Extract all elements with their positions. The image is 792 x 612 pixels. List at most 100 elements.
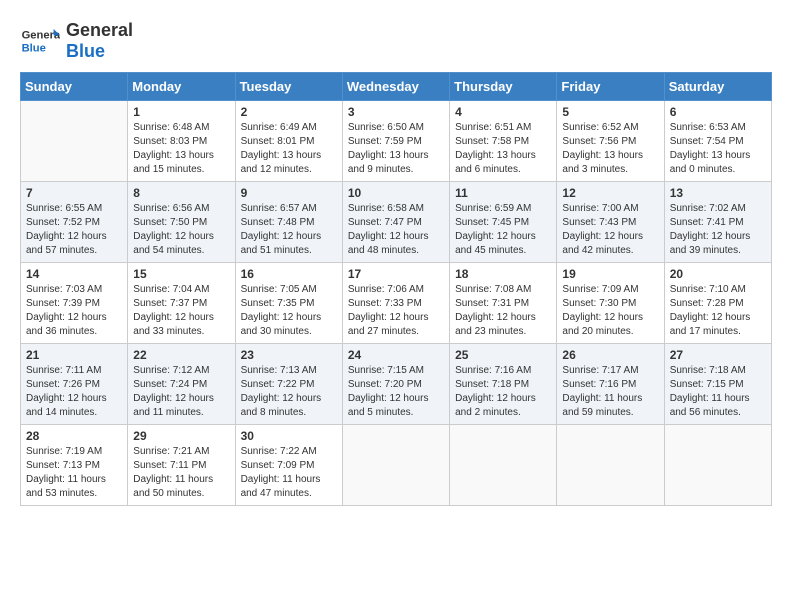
- col-header-monday: Monday: [128, 73, 235, 101]
- calendar-cell: 29 Sunrise: 7:21 AMSunset: 7:11 PMDayligh…: [128, 425, 235, 506]
- day-info: Sunrise: 6:59 AMSunset: 7:45 PMDaylight:…: [455, 202, 551, 258]
- calendar-cell: 4 Sunrise: 6:51 AMSunset: 7:58 PMDaylight…: [450, 101, 557, 182]
- day-info: Sunrise: 6:52 AMSunset: 7:56 PMDaylight:…: [562, 121, 658, 177]
- day-number: 26: [562, 348, 658, 362]
- day-info: Sunrise: 7:19 AMSunset: 7:13 PMDaylight:…: [26, 445, 122, 501]
- logo-icon: General Blue: [20, 21, 60, 61]
- calendar-cell: 19Sunrise: 7:09 AMSunset: 7:30 PMDayligh…: [557, 263, 664, 344]
- calendar-cell: 16Sunrise: 7:05 AMSunset: 7:35 PMDayligh…: [235, 263, 342, 344]
- day-number: 14: [26, 267, 122, 281]
- day-info: Sunrise: 6:57 AMSunset: 7:48 PMDaylight:…: [241, 202, 337, 258]
- calendar-cell: 30 Sunrise: 7:22 AMSunset: 7:09 PMDayligh…: [235, 425, 342, 506]
- day-info: Sunrise: 7:02 AMSunset: 7:41 PMDaylight:…: [670, 202, 766, 258]
- calendar-week-row: 21 Sunrise: 7:11 AMSunset: 7:26 PMDayligh…: [21, 344, 772, 425]
- col-header-thursday: Thursday: [450, 73, 557, 101]
- day-info: Sunrise: 6:51 AMSunset: 7:58 PMDaylight:…: [455, 121, 551, 177]
- calendar-cell: 26 Sunrise: 7:17 AMSunset: 7:16 PMDayligh…: [557, 344, 664, 425]
- day-number: 21: [26, 348, 122, 362]
- day-info: Sunrise: 7:18 AMSunset: 7:15 PMDaylight:…: [670, 364, 766, 420]
- col-header-wednesday: Wednesday: [342, 73, 449, 101]
- calendar-cell: 27 Sunrise: 7:18 AMSunset: 7:15 PMDayligh…: [664, 344, 771, 425]
- calendar-cell: [450, 425, 557, 506]
- day-number: 22: [133, 348, 229, 362]
- col-header-sunday: Sunday: [21, 73, 128, 101]
- calendar-week-row: 7Sunrise: 6:55 AMSunset: 7:52 PMDaylight…: [21, 182, 772, 263]
- day-info: Sunrise: 7:21 AMSunset: 7:11 PMDaylight:…: [133, 445, 229, 501]
- day-number: 24: [348, 348, 444, 362]
- day-number: 5: [562, 105, 658, 119]
- day-number: 20: [670, 267, 766, 281]
- calendar-cell: 5 Sunrise: 6:52 AMSunset: 7:56 PMDaylight…: [557, 101, 664, 182]
- day-number: 1: [133, 105, 229, 119]
- day-number: 7: [26, 186, 122, 200]
- day-info: Sunrise: 7:22 AMSunset: 7:09 PMDaylight:…: [241, 445, 337, 501]
- day-info: Sunrise: 7:08 AMSunset: 7:31 PMDaylight:…: [455, 283, 551, 339]
- day-info: Sunrise: 7:00 AMSunset: 7:43 PMDaylight:…: [562, 202, 658, 258]
- calendar-cell: 10 Sunrise: 6:58 AMSunset: 7:47 PMDayligh…: [342, 182, 449, 263]
- day-number: 17: [348, 267, 444, 281]
- day-number: 9: [241, 186, 337, 200]
- day-info: Sunrise: 6:49 AMSunset: 8:01 PMDaylight:…: [241, 121, 337, 177]
- col-header-saturday: Saturday: [664, 73, 771, 101]
- day-number: 30: [241, 429, 337, 443]
- day-number: 8: [133, 186, 229, 200]
- calendar-week-row: 14 Sunrise: 7:03 AMSunset: 7:39 PMDayligh…: [21, 263, 772, 344]
- calendar-cell: 25Sunrise: 7:16 AMSunset: 7:18 PMDayligh…: [450, 344, 557, 425]
- svg-text:Blue: Blue: [22, 42, 46, 54]
- calendar-cell: [342, 425, 449, 506]
- day-info: Sunrise: 7:10 AMSunset: 7:28 PMDaylight:…: [670, 283, 766, 339]
- calendar-cell: 21 Sunrise: 7:11 AMSunset: 7:26 PMDayligh…: [21, 344, 128, 425]
- calendar-cell: 18 Sunrise: 7:08 AMSunset: 7:31 PMDayligh…: [450, 263, 557, 344]
- calendar-cell: 20 Sunrise: 7:10 AMSunset: 7:28 PMDayligh…: [664, 263, 771, 344]
- logo-blue: Blue: [66, 41, 105, 61]
- calendar-cell: 3 Sunrise: 6:50 AMSunset: 7:59 PMDaylight…: [342, 101, 449, 182]
- day-info: Sunrise: 7:06 AMSunset: 7:33 PMDaylight:…: [348, 283, 444, 339]
- day-info: Sunrise: 7:04 AMSunset: 7:37 PMDaylight:…: [133, 283, 229, 339]
- day-number: 12: [562, 186, 658, 200]
- day-info: Sunrise: 7:03 AMSunset: 7:39 PMDaylight:…: [26, 283, 122, 339]
- day-number: 29: [133, 429, 229, 443]
- day-number: 3: [348, 105, 444, 119]
- day-number: 18: [455, 267, 551, 281]
- day-info: Sunrise: 6:48 AMSunset: 8:03 PMDaylight:…: [133, 121, 229, 177]
- calendar-cell: 28 Sunrise: 7:19 AMSunset: 7:13 PMDayligh…: [21, 425, 128, 506]
- calendar-header-row: SundayMondayTuesdayWednesdayThursdayFrid…: [21, 73, 772, 101]
- day-info: Sunrise: 7:12 AMSunset: 7:24 PMDaylight:…: [133, 364, 229, 420]
- day-number: 2: [241, 105, 337, 119]
- calendar-cell: [664, 425, 771, 506]
- day-number: 19: [562, 267, 658, 281]
- calendar-cell: [21, 101, 128, 182]
- col-header-friday: Friday: [557, 73, 664, 101]
- calendar-cell: 1 Sunrise: 6:48 AMSunset: 8:03 PMDaylight…: [128, 101, 235, 182]
- day-number: 28: [26, 429, 122, 443]
- day-info: Sunrise: 7:17 AMSunset: 7:16 PMDaylight:…: [562, 364, 658, 420]
- page-header: General Blue General Blue: [20, 20, 772, 62]
- calendar-cell: 22 Sunrise: 7:12 AMSunset: 7:24 PMDayligh…: [128, 344, 235, 425]
- calendar-cell: 15 Sunrise: 7:04 AMSunset: 7:37 PMDayligh…: [128, 263, 235, 344]
- day-number: 6: [670, 105, 766, 119]
- day-number: 4: [455, 105, 551, 119]
- calendar-week-row: 28 Sunrise: 7:19 AMSunset: 7:13 PMDayligh…: [21, 425, 772, 506]
- logo-text: General Blue: [66, 20, 133, 62]
- calendar-cell: 14 Sunrise: 7:03 AMSunset: 7:39 PMDayligh…: [21, 263, 128, 344]
- day-number: 27: [670, 348, 766, 362]
- calendar-cell: 7Sunrise: 6:55 AMSunset: 7:52 PMDaylight…: [21, 182, 128, 263]
- day-number: 15: [133, 267, 229, 281]
- calendar-cell: 9 Sunrise: 6:57 AMSunset: 7:48 PMDaylight…: [235, 182, 342, 263]
- calendar-week-row: 1 Sunrise: 6:48 AMSunset: 8:03 PMDaylight…: [21, 101, 772, 182]
- calendar-cell: 23Sunrise: 7:13 AMSunset: 7:22 PMDayligh…: [235, 344, 342, 425]
- day-number: 10: [348, 186, 444, 200]
- logo-general: General: [66, 20, 133, 40]
- calendar-cell: 8Sunrise: 6:56 AMSunset: 7:50 PMDaylight…: [128, 182, 235, 263]
- day-number: 23: [241, 348, 337, 362]
- day-number: 13: [670, 186, 766, 200]
- day-info: Sunrise: 7:11 AMSunset: 7:26 PMDaylight:…: [26, 364, 122, 420]
- col-header-tuesday: Tuesday: [235, 73, 342, 101]
- calendar-cell: 13 Sunrise: 7:02 AMSunset: 7:41 PMDayligh…: [664, 182, 771, 263]
- day-info: Sunrise: 7:15 AMSunset: 7:20 PMDaylight:…: [348, 364, 444, 420]
- calendar-table: SundayMondayTuesdayWednesdayThursdayFrid…: [20, 72, 772, 506]
- day-info: Sunrise: 6:58 AMSunset: 7:47 PMDaylight:…: [348, 202, 444, 258]
- day-info: Sunrise: 6:50 AMSunset: 7:59 PMDaylight:…: [348, 121, 444, 177]
- calendar-cell: 17 Sunrise: 7:06 AMSunset: 7:33 PMDayligh…: [342, 263, 449, 344]
- calendar-cell: 11Sunrise: 6:59 AMSunset: 7:45 PMDayligh…: [450, 182, 557, 263]
